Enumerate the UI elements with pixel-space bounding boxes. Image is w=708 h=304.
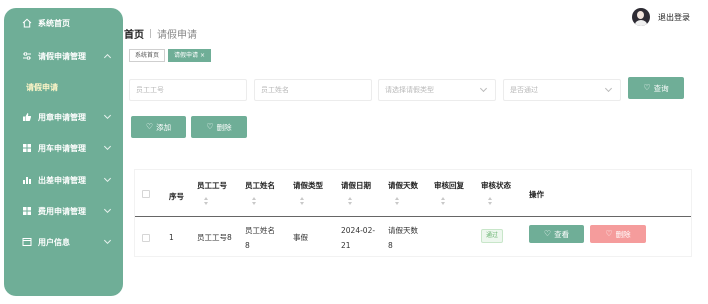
column-header-employee-name: 员工姓名	[245, 181, 275, 190]
sidebar-item-seal-management[interactable]: 用章申请管理	[4, 107, 123, 127]
heart-icon: ♡	[643, 83, 651, 92]
column-header-employee-id: 员工工号	[197, 181, 227, 190]
chevron-down-icon	[103, 174, 112, 183]
breadcrumb-home[interactable]: 首页	[124, 26, 144, 41]
chevron-down-icon	[103, 142, 112, 151]
chevron-up-icon	[103, 53, 112, 62]
chevron-down-icon	[103, 236, 112, 245]
row-delete-button[interactable]: ♡ 删除	[590, 225, 646, 243]
query-label: 查询	[653, 83, 669, 93]
column-header-index: 序号	[169, 192, 184, 201]
breadcrumb: 首页 | 请假申请	[124, 26, 198, 42]
chevron-down-icon	[479, 84, 488, 93]
window-icon	[22, 237, 32, 247]
chevron-down-icon	[103, 111, 112, 120]
header-divider	[135, 216, 691, 217]
approved-select[interactable]: 是否通过	[503, 79, 621, 101]
tab-label: 请假申请	[174, 52, 199, 59]
column-header-leave-days: 请假天数	[388, 181, 418, 190]
home-icon	[22, 18, 32, 28]
sidebar-item-vehicle-management[interactable]: 用车申请管理	[4, 138, 123, 158]
column-header-actions: 操作	[529, 190, 544, 199]
cell-leave-type: 事假	[293, 233, 308, 242]
cell-index: 1	[169, 233, 174, 242]
heart-icon: ♡	[605, 229, 613, 238]
sidebar-item-label: 请假申请管理	[38, 51, 86, 61]
chevron-down-icon	[604, 84, 613, 93]
select-all-checkbox[interactable]	[142, 190, 150, 198]
thumbs-up-icon	[22, 112, 32, 122]
sidebar: 系统首页 请假申请管理 请假申请 用章申请管理 用车申请管理 出差申请管理 费用…	[4, 8, 123, 296]
status-badge: 通过	[481, 229, 504, 243]
sidebar-item-label: 出差申请管理	[38, 175, 86, 185]
column-header-reply: 审核回复	[434, 181, 464, 190]
employee-name-input[interactable]: 员工姓名	[254, 79, 372, 101]
column-header-leave-date: 请假日期	[341, 181, 371, 190]
cell-leave-days-cont: 8	[388, 241, 393, 250]
avatar[interactable]	[632, 8, 650, 26]
heart-icon: ♡	[145, 122, 154, 131]
column-header-leave-type: 请假类型	[293, 181, 323, 190]
row-checkbox[interactable]	[142, 234, 150, 242]
cell-employee-id: 员工工号8	[197, 233, 232, 242]
employee-id-input[interactable]: 员工工号	[129, 79, 247, 101]
cell-employee-name-cont: 8	[245, 241, 250, 250]
sidebar-item-trip-management[interactable]: 出差申请管理	[4, 170, 123, 190]
breadcrumb-current: 请假申请	[157, 30, 198, 41]
sidebar-item-label: 用户信息	[38, 237, 70, 247]
cell-leave-date-cont: 21	[341, 241, 351, 250]
tab-home[interactable]: 系统首页	[129, 49, 166, 62]
cell-leave-date: 2024-02-	[341, 226, 376, 235]
cell-leave-days: 请假天数	[388, 226, 418, 235]
sidebar-item-label: 系统首页	[38, 18, 70, 28]
grid-icon	[22, 206, 32, 216]
sidebar-subitem-label: 请假申请	[26, 83, 58, 92]
cell-employee-name: 员工姓名	[245, 226, 275, 235]
sidebar-item-leave-management[interactable]: 请假申请管理	[4, 46, 123, 66]
view-label: 查看	[554, 229, 570, 239]
leave-type-placeholder: 请选择请假类型	[385, 86, 434, 94]
user-menu: 退出登录	[632, 8, 690, 26]
logout-button[interactable]: 退出登录	[658, 12, 690, 23]
approved-placeholder: 是否通过	[510, 86, 538, 94]
sidebar-item-label: 用车申请管理	[38, 143, 86, 153]
add-button[interactable]: ♡ 添加	[131, 116, 186, 138]
heart-icon: ♡	[206, 122, 214, 131]
sort-icon[interactable]	[203, 197, 209, 205]
heart-icon: ♡	[543, 229, 552, 238]
sidebar-item-label: 费用申请管理	[38, 206, 86, 216]
sidebar-item-user-info[interactable]: 用户信息	[4, 232, 123, 252]
view-button[interactable]: ♡ 查看	[529, 225, 584, 243]
sidebar-item-home[interactable]: 系统首页	[4, 13, 123, 33]
sort-icon[interactable]	[440, 197, 446, 205]
sort-icon[interactable]	[394, 197, 400, 205]
sort-icon[interactable]	[347, 197, 353, 205]
sort-icon[interactable]	[251, 197, 257, 205]
breadcrumb-separator: |	[149, 28, 153, 39]
query-button[interactable]: ♡ 查询	[628, 77, 684, 99]
delete-label: 删除	[216, 122, 232, 132]
sidebar-subitem-leave-request[interactable]: 请假申请	[4, 77, 123, 97]
grid-icon	[22, 143, 32, 153]
add-label: 添加	[156, 122, 172, 132]
close-icon[interactable]: ×	[200, 52, 205, 59]
sidebar-item-label: 用章申请管理	[38, 112, 86, 122]
column-header-status: 审核状态	[481, 181, 511, 190]
bar-chart-icon	[22, 175, 32, 185]
sort-icon[interactable]	[299, 197, 305, 205]
chevron-down-icon	[103, 205, 112, 214]
delete-button[interactable]: ♡ 删除	[191, 116, 247, 138]
tab-leave-request[interactable]: 请假申请 ×	[168, 49, 212, 62]
data-table: 序号 员工工号 员工姓名 请假类型 请假日期 请假天数 审核回复 审核状态 操作…	[134, 169, 692, 257]
row-delete-label: 删除	[615, 229, 631, 239]
sort-icon[interactable]	[487, 197, 493, 205]
tab-bar: 系统首页 请假申请 ×	[129, 49, 212, 62]
sidebar-item-expense-management[interactable]: 费用申请管理	[4, 201, 123, 221]
sliders-icon	[22, 51, 32, 61]
leave-type-select[interactable]: 请选择请假类型	[378, 79, 496, 101]
